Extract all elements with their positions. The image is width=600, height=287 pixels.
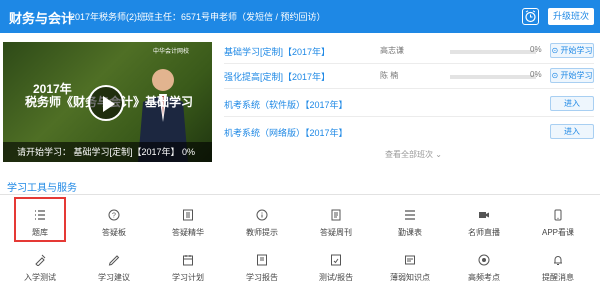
book-icon xyxy=(183,209,193,221)
video-caption: 请开始学习： 基础学习[定制]【2017年】 0% xyxy=(3,142,212,162)
tool-schedule[interactable]: 勤课表 xyxy=(380,209,440,249)
tool-label: 勤课表 xyxy=(398,228,422,237)
test-icon xyxy=(35,254,46,266)
plan-icon xyxy=(183,255,193,266)
tool-label: 题库 xyxy=(32,228,48,237)
document-icon xyxy=(331,209,341,221)
tool-label: 提醒消息 xyxy=(542,273,574,282)
row-divider xyxy=(224,116,594,117)
tool-study-report[interactable]: 学习报告 xyxy=(232,254,292,287)
tool-study-plan[interactable]: 学习计划 xyxy=(158,254,218,287)
tool-qa-highlights[interactable]: 答疑精华 xyxy=(158,209,218,249)
exam-icon xyxy=(331,254,341,266)
class-name: 2017年税务师(2)班 xyxy=(70,12,147,22)
teacher-info[interactable]: 班主任：6571号申老师（发短信 / 预约回访） xyxy=(145,10,326,23)
report-icon xyxy=(257,254,267,266)
tool-label: 测试/报告 xyxy=(318,273,354,282)
tool-label: 高频考点 xyxy=(468,273,500,282)
weak-point-icon xyxy=(405,255,415,265)
course-teacher: 高志谦 xyxy=(380,46,404,55)
list-icon xyxy=(35,210,45,220)
tool-qa-weekly[interactable]: 答疑周刊 xyxy=(306,209,366,249)
progress-bar xyxy=(450,50,536,54)
phone-icon xyxy=(554,209,562,221)
course-name[interactable]: 基础学习[定制]【2017年】 xyxy=(224,45,330,58)
tool-label: 学习计划 xyxy=(172,273,204,282)
video-logo: 中华会计网校 xyxy=(153,49,190,55)
tool-qa-board[interactable]: ? 答疑板 xyxy=(84,209,144,249)
course-row: 机考系统（网络版）【2017年】 进入 xyxy=(224,123,594,143)
tool-label: 答疑板 xyxy=(102,228,126,237)
play-icon[interactable] xyxy=(88,85,124,121)
course-row: 强化提高[定制]【2017年】 陈 楠 0% ⊙ 开始学习 xyxy=(224,67,594,89)
section-title: 学习工具与服务 xyxy=(7,183,77,194)
start-study-button[interactable]: ⊙ 开始学习 xyxy=(550,68,594,83)
tool-app[interactable]: APP看课 xyxy=(528,209,588,249)
tool-frequent-points[interactable]: 高频考点 xyxy=(454,254,514,287)
tool-label: 名师直播 xyxy=(468,228,500,237)
enter-button[interactable]: 进入 xyxy=(550,96,594,111)
frequent-icon xyxy=(478,254,490,266)
progress-percent: 0% xyxy=(530,45,542,54)
camera-icon xyxy=(479,212,489,218)
course-name[interactable]: 强化提高[定制]【2017年】 xyxy=(224,70,330,83)
suggestion-icon xyxy=(108,255,120,266)
tool-label: 薄弱知识点 xyxy=(390,273,430,282)
tool-question-bank[interactable]: 题库 xyxy=(10,209,70,249)
row-divider xyxy=(224,63,594,64)
enter-button[interactable]: 进入 xyxy=(550,124,594,139)
course-name[interactable]: 机考系统（软件版）【2017年】 xyxy=(224,98,348,111)
tool-label: APP看课 xyxy=(541,228,574,237)
app-title: 财务与会计 xyxy=(9,11,75,26)
chevron-down-icon: ⌄ xyxy=(435,150,442,159)
progress-bar xyxy=(450,75,536,79)
tool-label: 学习建议 xyxy=(98,273,130,282)
progress-percent: 0% xyxy=(530,70,542,79)
bell-icon xyxy=(554,256,562,265)
start-study-button[interactable]: ⊙ 开始学习 xyxy=(550,43,594,58)
header-bar: 财务与会计 2017年税务师(2)班 班主任：6571号申老师（发短信 / 预约… xyxy=(0,0,600,33)
tool-teacher-tips[interactable]: 教师提示 xyxy=(232,209,292,249)
tool-label: 入学测试 xyxy=(24,273,56,282)
svg-text:?: ? xyxy=(112,213,116,220)
course-teacher: 陈 楠 xyxy=(380,71,399,80)
view-all-label: 查看全部班次 xyxy=(385,150,433,159)
tool-label: 答疑精华 xyxy=(172,228,204,237)
tool-entrance-test[interactable]: 入学测试 xyxy=(10,254,70,287)
tool-label: 学习报告 xyxy=(246,273,278,282)
tool-test-report[interactable]: 测试/报告 xyxy=(306,254,366,287)
course-row: 机考系统（软件版）【2017年】 进入 xyxy=(224,95,594,117)
tool-reminders[interactable]: 提醒消息 xyxy=(528,254,588,287)
upgrade-button[interactable]: 升级班次 xyxy=(548,8,594,25)
row-divider xyxy=(224,88,594,89)
view-all-classes-link[interactable]: 查看全部班次 ⌄ xyxy=(385,149,442,160)
tool-label: 答疑周刊 xyxy=(320,228,352,237)
menu-lines-icon xyxy=(405,210,415,220)
tool-label: 教师提示 xyxy=(246,228,278,237)
course-name[interactable]: 机考系统（网络版）【2017年】 xyxy=(224,126,348,139)
info-circle-icon xyxy=(256,209,268,221)
course-row: 基础学习[定制]【2017年】 高志谦 0% ⊙ 开始学习 xyxy=(224,42,594,64)
section-divider xyxy=(0,194,600,195)
tool-study-advice[interactable]: 学习建议 xyxy=(84,254,144,287)
tool-weak-points[interactable]: 薄弱知识点 xyxy=(380,254,440,287)
question-circle-icon: ? xyxy=(108,209,120,221)
video-player[interactable]: 中华会计网校 2017年 税务师《财务与会计》基础学习 请开始学习： 基础学习[… xyxy=(3,42,212,162)
alarm-clock-icon[interactable] xyxy=(522,8,539,25)
tool-live[interactable]: 名师直播 xyxy=(454,209,514,249)
